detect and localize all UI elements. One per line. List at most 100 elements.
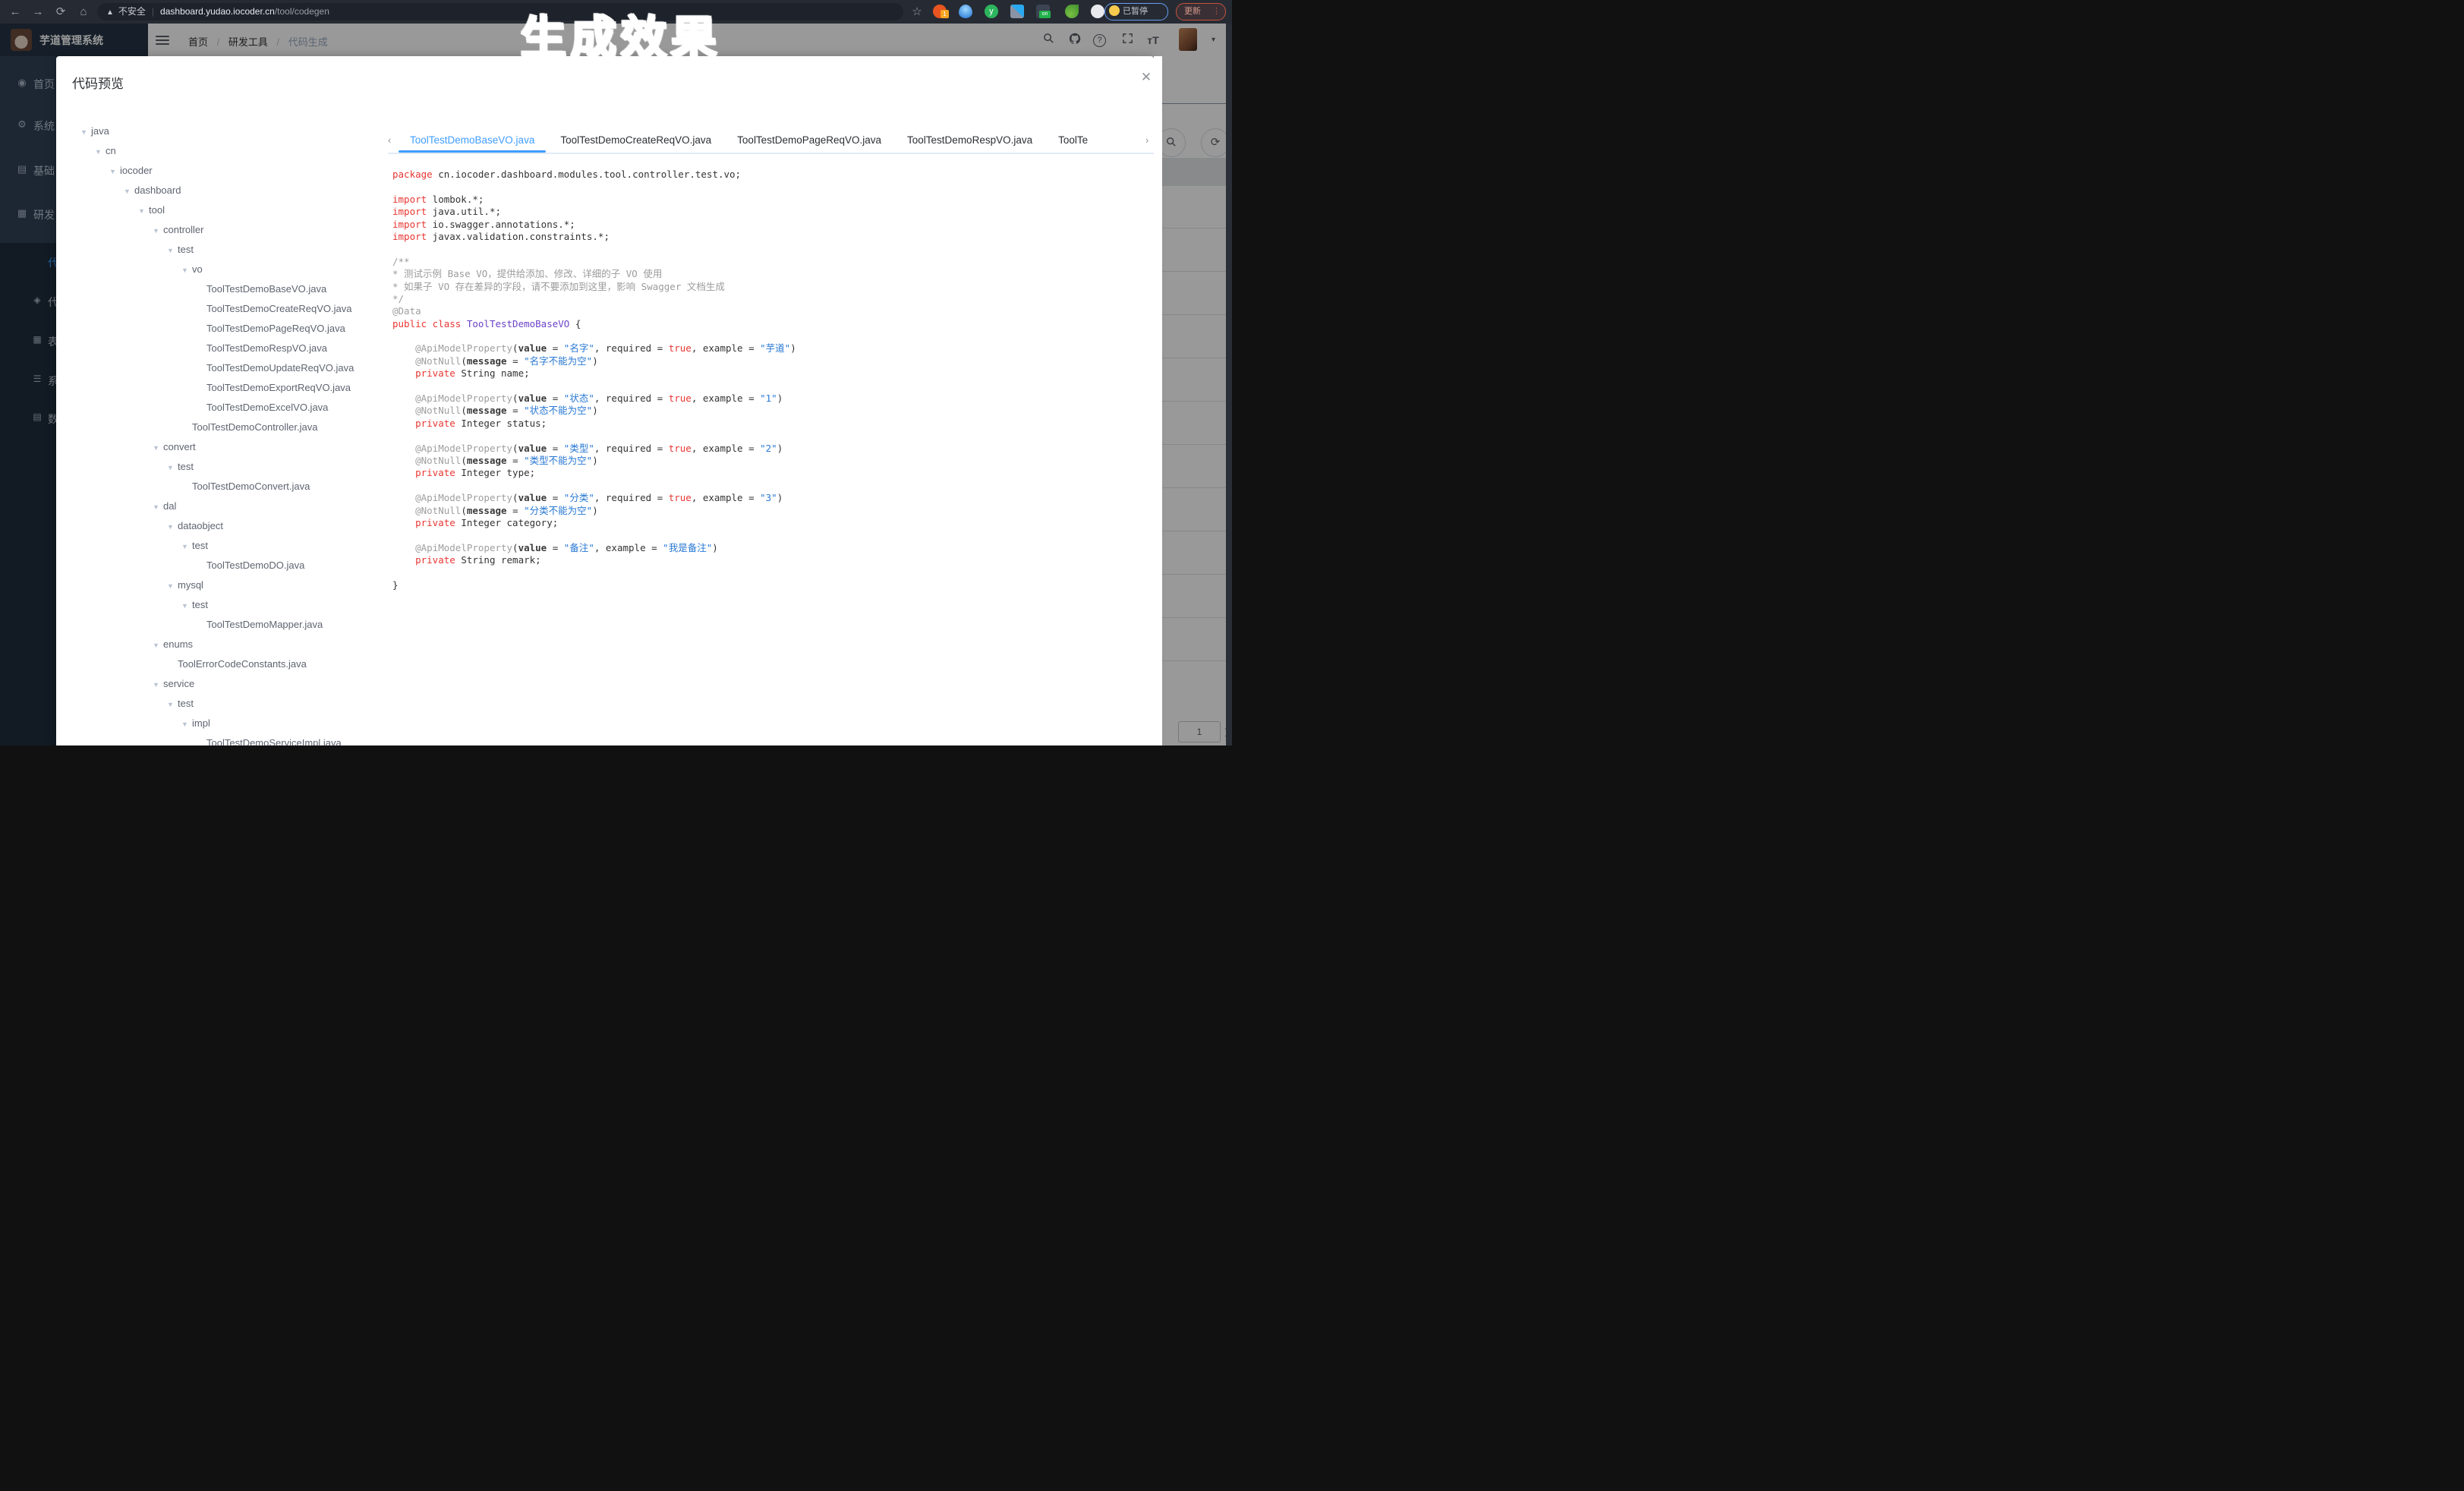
update-button[interactable]: 更新 ⋮: [1176, 3, 1226, 20]
url-host: dashboard.yudao.iocoder.cn: [160, 6, 275, 17]
tree-caret-icon[interactable]: ▼: [167, 458, 178, 478]
tree-node-label: ToolTestDemoDO.java: [206, 560, 304, 571]
code-line: @NotNull(message = "类型不能为空"): [392, 455, 1144, 467]
tree-file-node[interactable]: ToolTestDemoController.java: [56, 418, 436, 437]
tree-caret-icon[interactable]: ▼: [153, 438, 163, 458]
tree-node-label: dal: [163, 500, 176, 512]
tree-folder-node[interactable]: ▼test: [56, 694, 436, 714]
browser-reload-icon[interactable]: ⟳: [52, 0, 70, 24]
tree-file-node[interactable]: ToolErrorCodeConstants.java: [56, 654, 436, 674]
tree-folder-node[interactable]: ▼test: [56, 595, 436, 615]
tabs-baseline: [388, 153, 1154, 154]
tree-caret-icon[interactable]: ▼: [167, 241, 178, 260]
tree-file-node[interactable]: ToolTestDemoExportReqVO.java: [56, 378, 436, 398]
tree-caret-icon[interactable]: ▼: [138, 201, 149, 221]
tree-caret-icon[interactable]: ▼: [153, 221, 163, 241]
tree-caret-icon[interactable]: ▼: [95, 142, 106, 162]
code-line: */: [392, 293, 1144, 305]
tree-folder-node[interactable]: ▼controller: [56, 220, 436, 240]
tab-2[interactable]: ToolTestDemoCreateReqVO.java: [547, 130, 724, 150]
modal-scrollbar[interactable]: [1154, 56, 1162, 746]
tree-folder-node[interactable]: ▼vo: [56, 260, 436, 279]
tree-file-node[interactable]: ToolTestDemoCreateReqVO.java: [56, 299, 436, 319]
tree-folder-node[interactable]: ▼dashboard: [56, 181, 436, 200]
paused-chip[interactable]: 已暂停: [1104, 3, 1168, 20]
tree-caret-icon[interactable]: ▼: [167, 517, 178, 537]
window-scrollbar[interactable]: [1226, 24, 1232, 746]
extension-gem-icon[interactable]: [959, 5, 972, 18]
tree-file-node[interactable]: ToolTestDemoUpdateReqVO.java: [56, 358, 436, 378]
tree-folder-node[interactable]: ▼java: [56, 121, 436, 141]
tree-caret-icon[interactable]: ▼: [153, 497, 163, 517]
close-icon[interactable]: ✕: [1139, 70, 1154, 85]
tree-caret-icon[interactable]: ▼: [167, 695, 178, 714]
tab-5[interactable]: ToolTe: [1045, 130, 1101, 150]
tree-node-label: ToolTestDemoExcelVO.java: [206, 402, 328, 413]
tree-folder-node[interactable]: ▼dal: [56, 496, 436, 516]
tree-file-node[interactable]: ToolTestDemoDO.java: [56, 556, 436, 575]
tree-caret-icon[interactable]: ▼: [80, 122, 91, 142]
extension-grid-icon[interactable]: [1010, 5, 1024, 18]
tree-node-label: ToolTestDemoExportReqVO.java: [206, 382, 351, 393]
tree-folder-node[interactable]: ▼convert: [56, 437, 436, 457]
tree-file-node[interactable]: ToolTestDemoMapper.java: [56, 615, 436, 635]
code-line: [392, 567, 1144, 579]
tree-file-node[interactable]: ToolTestDemoExcelVO.java: [56, 398, 436, 418]
tree-caret-icon[interactable]: ▼: [153, 635, 163, 655]
tree-file-node[interactable]: ToolTestDemoRespVO.java: [56, 339, 436, 358]
bookmark-star-icon[interactable]: ☆: [908, 0, 926, 24]
code-line: @ApiModelProperty(value = "名字", required…: [392, 342, 1144, 355]
tree-folder-node[interactable]: ▼test: [56, 457, 436, 477]
browser-home-icon[interactable]: ⌂: [74, 0, 93, 24]
browser-menu-dots-icon[interactable]: ⋮: [1212, 4, 1221, 20]
code-line: import lombok.*;: [392, 194, 1144, 206]
code-line: @ApiModelProperty(value = "备注", example …: [392, 542, 1144, 554]
tree-folder-node[interactable]: ▼iocoder: [56, 161, 436, 181]
tree-file-node[interactable]: ToolTestDemoConvert.java: [56, 477, 436, 496]
file-tree: ▼java▼cn▼iocoder▼dashboard▼tool▼controll…: [56, 121, 436, 746]
tree-node-label: ToolTestDemoUpdateReqVO.java: [206, 362, 354, 374]
tree-node-label: service: [163, 678, 194, 689]
tree-caret-icon[interactable]: ▼: [181, 537, 192, 556]
extension-y-icon[interactable]: y: [985, 5, 998, 18]
tree-caret-icon[interactable]: ▼: [153, 675, 163, 695]
emoji-avatar-icon: [1109, 5, 1120, 16]
tree-node-label: test: [192, 540, 208, 551]
tabs-scroll-left-icon[interactable]: ‹: [388, 134, 391, 146]
browser-back-icon[interactable]: ←: [6, 0, 24, 24]
tab-1[interactable]: ToolTestDemoBaseVO.java: [397, 130, 547, 150]
extension-leaf-icon[interactable]: [1065, 5, 1079, 18]
tree-node-label: ToolTestDemoBaseVO.java: [206, 283, 326, 295]
tree-folder-node[interactable]: ▼mysql: [56, 575, 436, 595]
tree-caret-icon[interactable]: ▼: [181, 596, 192, 616]
tree-file-node[interactable]: ToolTestDemoServiceImpl.java: [56, 733, 436, 746]
code-line: [392, 529, 1144, 541]
tree-caret-icon[interactable]: ▼: [167, 576, 178, 596]
code-line: @NotNull(message = "名字不能为空"): [392, 355, 1144, 367]
tree-folder-node[interactable]: ▼service: [56, 674, 436, 694]
tree-file-node[interactable]: ToolTestDemoBaseVO.java: [56, 279, 436, 299]
tree-caret-icon[interactable]: ▼: [124, 181, 134, 201]
address-bar[interactable]: ▲不安全|dashboard.yudao.iocoder.cn/tool/cod…: [97, 3, 903, 20]
code-line: import io.swagger.annotations.*;: [392, 219, 1144, 231]
code-line: @NotNull(message = "状态不能为空"): [392, 405, 1144, 417]
tree-node-label: iocoder: [120, 165, 153, 176]
tree-caret-icon[interactable]: ▼: [181, 260, 192, 280]
browser-forward-icon[interactable]: →: [29, 0, 47, 24]
tab-3[interactable]: ToolTestDemoPageReqVO.java: [724, 130, 894, 150]
tree-folder-node[interactable]: ▼test: [56, 536, 436, 556]
tree-folder-node[interactable]: ▼dataobject: [56, 516, 436, 536]
extensions-puzzle-icon[interactable]: [1091, 5, 1104, 18]
tree-caret-icon[interactable]: ▼: [109, 162, 120, 181]
tree-file-node[interactable]: ToolTestDemoPageReqVO.java: [56, 319, 436, 339]
tree-caret-icon[interactable]: ▼: [181, 714, 192, 734]
tab-4[interactable]: ToolTestDemoRespVO.java: [894, 130, 1045, 150]
tree-node-label: convert: [163, 441, 196, 452]
tree-folder-node[interactable]: ▼impl: [56, 714, 436, 733]
tree-folder-node[interactable]: ▼enums: [56, 635, 436, 654]
tree-folder-node[interactable]: ▼cn: [56, 141, 436, 161]
tabs-scroll-right-icon[interactable]: ›: [1145, 134, 1149, 146]
code-line: [392, 480, 1144, 492]
tree-folder-node[interactable]: ▼test: [56, 240, 436, 260]
tree-folder-node[interactable]: ▼tool: [56, 200, 436, 220]
